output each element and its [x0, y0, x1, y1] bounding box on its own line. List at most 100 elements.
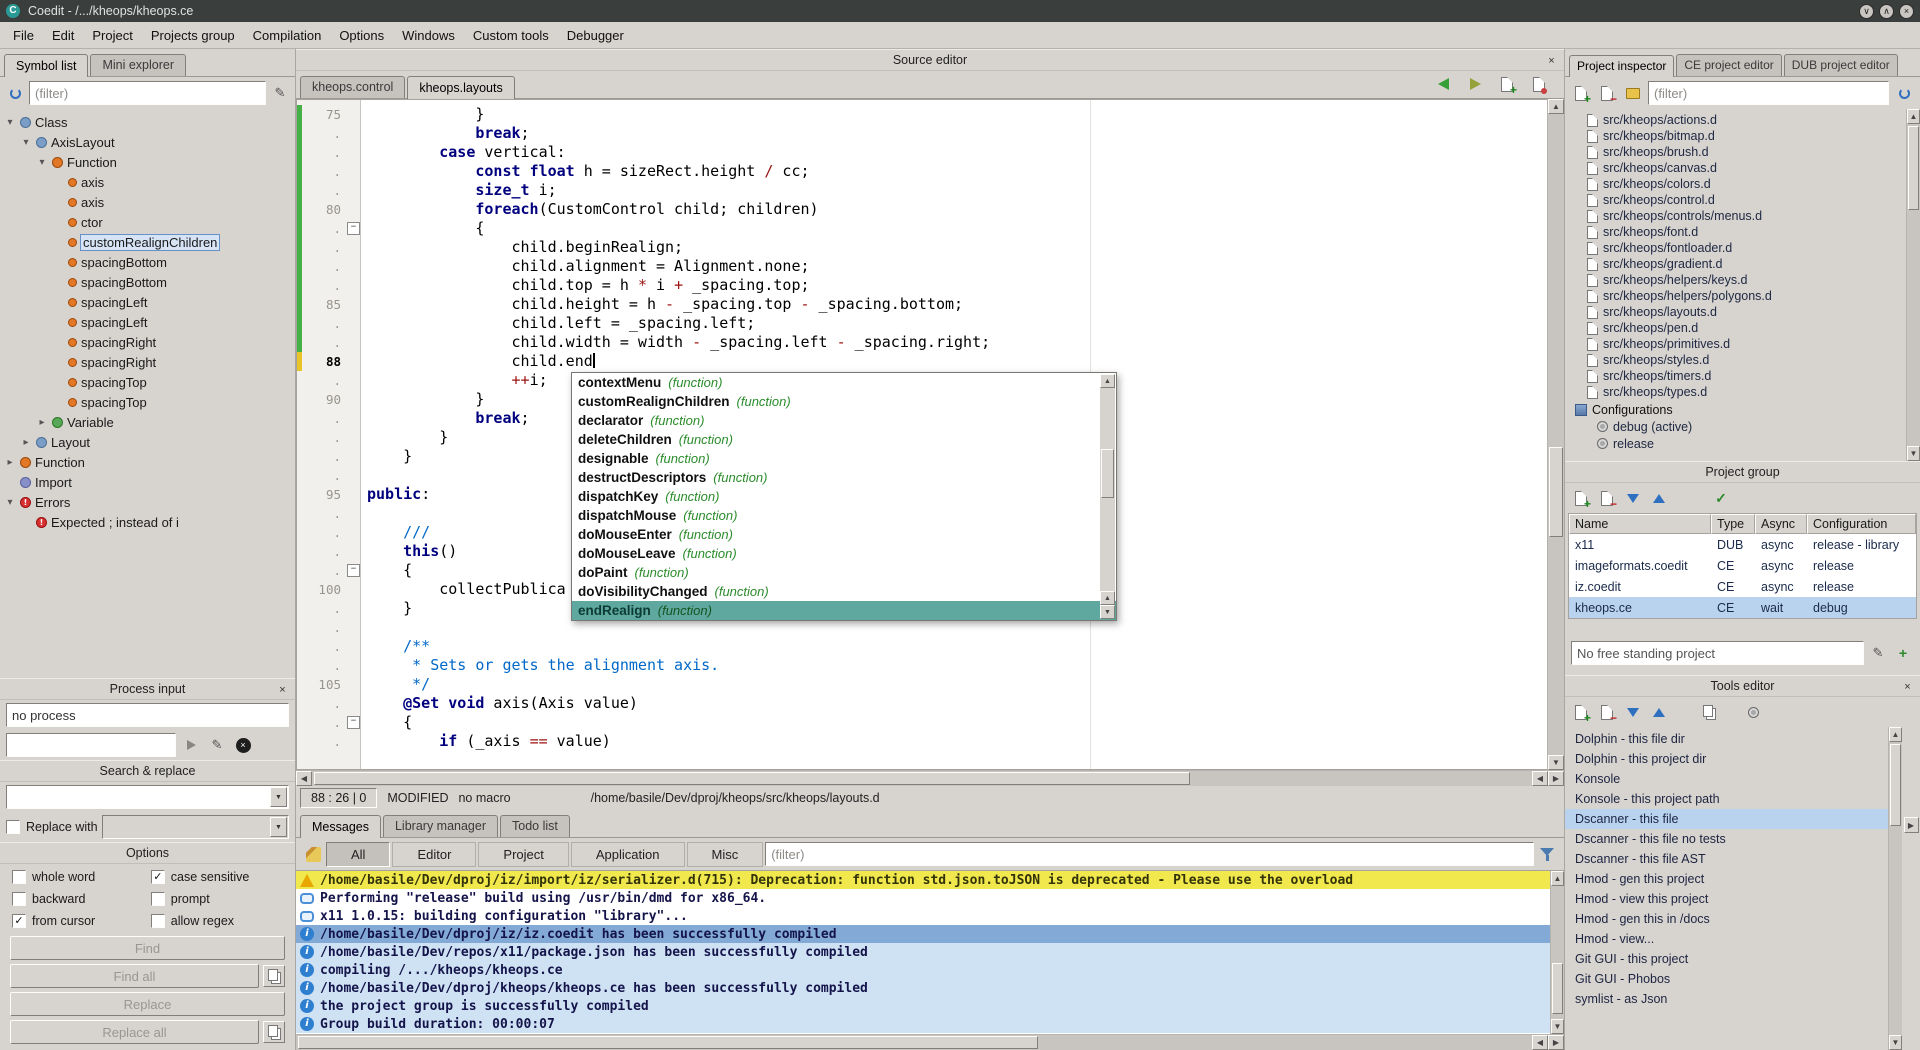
file-item[interactable]: src/kheops/timers.d: [1567, 368, 1906, 384]
scroll-thumb[interactable]: [1890, 744, 1901, 826]
tool-item[interactable]: Hmod - gen this in /docs: [1565, 909, 1888, 929]
replace-with-checkbox[interactable]: Replace with: [6, 820, 98, 834]
move-tool-up-button[interactable]: [1648, 701, 1670, 723]
filter-all-button[interactable]: All: [326, 842, 390, 867]
remove-tool-button[interactable]: [1596, 701, 1618, 723]
tool-options-button[interactable]: [1742, 701, 1764, 723]
file-item[interactable]: src/kheops/primitives.d: [1567, 336, 1906, 352]
send-input-button[interactable]: [180, 734, 202, 756]
tree-item[interactable]: ▾!Errors: [0, 492, 295, 512]
expand-right-button[interactable]: ▶: [1904, 817, 1919, 833]
tool-item[interactable]: Git GUI - this project: [1565, 949, 1888, 969]
clear-messages-button[interactable]: [302, 843, 324, 865]
file-item[interactable]: src/kheops/pen.d: [1567, 320, 1906, 336]
scroll-down-button[interactable]: ▼: [1548, 755, 1564, 770]
tool-item[interactable]: Hmod - view this project: [1565, 889, 1888, 909]
tab-kheops-control[interactable]: kheops.control: [300, 76, 405, 98]
tree-item[interactable]: Import: [0, 472, 295, 492]
close-icon[interactable]: ×: [275, 682, 290, 697]
menu-projects-group[interactable]: Projects group: [142, 24, 244, 47]
tab-symbol-list[interactable]: Symbol list: [4, 54, 88, 77]
file-item[interactable]: src/kheops/types.d: [1567, 384, 1906, 400]
file-item[interactable]: src/kheops/styles.d: [1567, 352, 1906, 368]
tab-kheops-layouts[interactable]: kheops.layouts: [407, 76, 514, 99]
file-item[interactable]: src/kheops/helpers/keys.d: [1567, 272, 1906, 288]
scroll-left-button[interactable]: ◀: [1532, 771, 1548, 786]
option-prompt[interactable]: prompt: [151, 892, 283, 906]
scroll-up-button[interactable]: ▲: [1100, 591, 1115, 605]
close-file-button[interactable]: [1528, 73, 1550, 95]
tool-item[interactable]: Dscanner - this file: [1565, 809, 1888, 829]
project-file-tree[interactable]: src/kheops/actions.dsrc/kheops/bitmap.ds…: [1565, 109, 1906, 461]
tool-item[interactable]: Dolphin - this file dir: [1565, 729, 1888, 749]
scroll-down-button[interactable]: ▼: [1907, 446, 1920, 461]
symbol-options-button[interactable]: ✎: [269, 82, 291, 104]
fold-marker[interactable]: [346, 713, 361, 732]
message-row[interactable]: i/home/basile/Dev/dproj/iz/iz.coedit has…: [296, 925, 1550, 943]
file-item[interactable]: src/kheops/controls/menus.d: [1567, 208, 1906, 224]
move-tool-down-button[interactable]: [1622, 701, 1644, 723]
completion-item[interactable]: doPaint(function): [572, 563, 1116, 582]
completion-item[interactable]: endRealign(function): [572, 601, 1116, 620]
tree-item[interactable]: ctor: [0, 212, 295, 232]
project-filter-input[interactable]: [1648, 81, 1889, 105]
tree-item[interactable]: ▾AxisLayout: [0, 132, 295, 152]
tool-item[interactable]: symlist - as Json: [1565, 989, 1888, 1009]
code-editor[interactable]: 75 }. break;. case vertical:. const floa…: [296, 99, 1547, 770]
symbol-filter-input[interactable]: [29, 81, 266, 105]
maximize-button[interactable]: ∧: [1879, 4, 1894, 19]
scroll-thumb[interactable]: [1908, 126, 1919, 210]
message-row[interactable]: iGroup build duration: 00:00:07: [296, 1015, 1550, 1033]
scroll-thumb[interactable]: [1552, 963, 1563, 1014]
find-all-button[interactable]: Find all: [10, 964, 259, 988]
project-group-row[interactable]: x11DUBasyncrelease - library: [1569, 534, 1916, 555]
tools-list[interactable]: Dolphin - this file dirDolphin - this pr…: [1565, 727, 1888, 1050]
go-back-button[interactable]: [1432, 73, 1454, 95]
fold-marker[interactable]: [346, 561, 361, 580]
project-group-row[interactable]: iz.coeditCEasyncrelease: [1569, 576, 1916, 597]
open-folder-button[interactable]: [1622, 82, 1644, 104]
message-row[interactable]: x11 1.0.15: building configuration "libr…: [296, 907, 1550, 925]
file-item[interactable]: src/kheops/canvas.d: [1567, 160, 1906, 176]
symbol-tree[interactable]: ▾Class▾AxisLayout▾Functionaxisaxisctorcu…: [0, 109, 295, 678]
filter-editor-button[interactable]: Editor: [392, 842, 476, 867]
add-free-project-button[interactable]: +: [1892, 642, 1914, 664]
scroll-left-button[interactable]: ◀: [1532, 1035, 1548, 1050]
go-forward-button[interactable]: [1464, 73, 1486, 95]
scroll-thumb[interactable]: [298, 1036, 1038, 1049]
tool-item[interactable]: Dolphin - this project dir: [1565, 749, 1888, 769]
scroll-up-button[interactable]: ▲: [1551, 871, 1564, 886]
scroll-right-button[interactable]: ▶: [1548, 771, 1564, 786]
tool-item[interactable]: Dscanner - this file no tests: [1565, 829, 1888, 849]
close-icon[interactable]: ×: [1900, 679, 1915, 694]
completion-item[interactable]: contextMenu(function): [572, 373, 1116, 392]
send-raw-button[interactable]: ✎: [206, 734, 228, 756]
messages-hscrollbar[interactable]: ◀ ▶: [296, 1034, 1564, 1050]
message-row[interactable]: i/home/basile/Dev/dproj/kheops/kheops.ce…: [296, 979, 1550, 997]
message-row[interactable]: Performing "release" build using /usr/bi…: [296, 889, 1550, 907]
scroll-down-button[interactable]: ▼: [1100, 605, 1115, 619]
replace-all-extra-button[interactable]: [263, 1021, 285, 1043]
tree-item[interactable]: spacingBottom: [0, 272, 295, 292]
option-whole-word[interactable]: whole word: [12, 870, 151, 884]
file-item[interactable]: src/kheops/brush.d: [1567, 144, 1906, 160]
chevron-down-icon[interactable]: ▼: [270, 787, 287, 807]
tab-ce-project-editor[interactable]: CE project editor: [1676, 54, 1781, 76]
file-item[interactable]: src/kheops/colors.d: [1567, 176, 1906, 192]
tab-dub-project-editor[interactable]: DUB project editor: [1784, 54, 1898, 76]
scroll-thumb[interactable]: [1549, 447, 1563, 537]
expander-icon[interactable]: ▾: [4, 497, 16, 508]
fold-marker[interactable]: [346, 219, 361, 238]
tool-item[interactable]: Git GUI - Phobos: [1565, 969, 1888, 989]
tree-item[interactable]: spacingBottom: [0, 252, 295, 272]
editor-hscrollbar[interactable]: ◀ ◀ ▶: [296, 770, 1564, 786]
column-configuration[interactable]: Configuration: [1807, 514, 1916, 534]
column-name[interactable]: Name: [1569, 514, 1711, 534]
completion-item[interactable]: doMouseEnter(function): [572, 525, 1116, 544]
completion-item[interactable]: declarator(function): [572, 411, 1116, 430]
file-item[interactable]: src/kheops/actions.d: [1567, 112, 1906, 128]
tab-todo-list[interactable]: Todo list: [500, 815, 570, 837]
messages-filter-input[interactable]: [765, 842, 1534, 866]
completion-item[interactable]: customRealignChildren(function): [572, 392, 1116, 411]
add-project-button[interactable]: [1570, 487, 1592, 509]
